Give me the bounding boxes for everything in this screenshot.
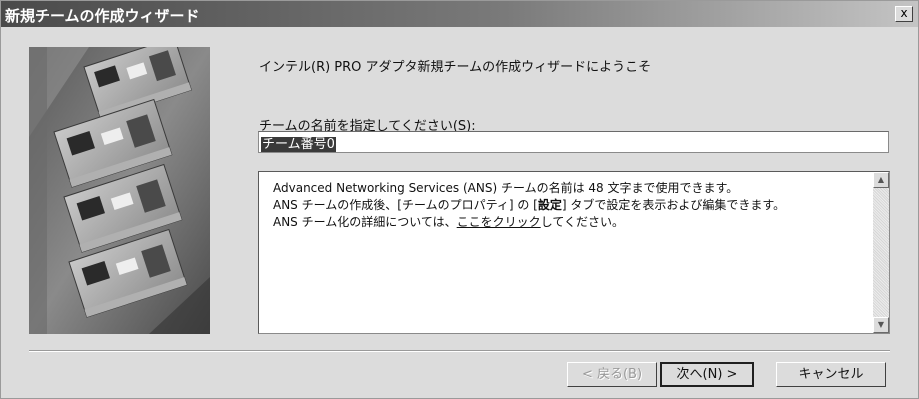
- title-bar: 新規チームの作成ウィザード x: [1, 1, 918, 27]
- scroll-down-arrow-icon[interactable]: ▼: [873, 317, 889, 333]
- back-button[interactable]: < 戻る(B): [567, 362, 657, 387]
- info-line-details: ANS チーム化の詳細については、ここをクリックしてください。: [273, 214, 863, 231]
- window-title: 新規チームの作成ウィザード: [5, 7, 200, 25]
- wizard-window: 新規チームの作成ウィザード x インテル(R) PRO アダプタ新規チームの作成…: [0, 0, 919, 399]
- info-line-settings: ANS チームの作成後、[チームのプロパティ] の [設定] タブで設定を表示お…: [273, 197, 863, 214]
- team-name-input[interactable]: チーム番号0: [258, 131, 889, 153]
- info-text-box: Advanced Networking Services (ANS) チームの名…: [258, 171, 890, 334]
- info-line-settings-a: ANS チームの作成後、[チームのプロパティ] の [: [273, 198, 538, 212]
- button-separator: [29, 350, 890, 352]
- close-button[interactable]: x: [895, 6, 913, 22]
- next-button[interactable]: 次へ(N) >: [660, 362, 754, 387]
- click-here-link[interactable]: ここをクリック: [457, 215, 541, 229]
- info-line-name-limit: Advanced Networking Services (ANS) チームの名…: [273, 181, 739, 195]
- info-line-settings-b: ] タブで設定を表示および編集できます。: [561, 198, 786, 212]
- info-line-details-b: してください。: [540, 215, 624, 229]
- scroll-up-arrow-icon[interactable]: ▲: [873, 172, 889, 188]
- adapter-cards-illustration: [29, 47, 210, 334]
- info-scrollbar[interactable]: ▲ ▼: [873, 172, 889, 333]
- welcome-text: インテル(R) PRO アダプタ新規チームの作成ウィザードにようこそ: [259, 60, 652, 75]
- info-text: Advanced Networking Services (ANS) チームの名…: [273, 180, 863, 231]
- info-line-settings-bold: 設定: [537, 198, 562, 212]
- team-name-value: チーム番号0: [261, 137, 336, 152]
- info-line-details-a: ANS チーム化の詳細については、: [273, 215, 457, 229]
- network-adapter-cards-image: [29, 47, 210, 334]
- cancel-button[interactable]: キャンセル: [776, 362, 886, 387]
